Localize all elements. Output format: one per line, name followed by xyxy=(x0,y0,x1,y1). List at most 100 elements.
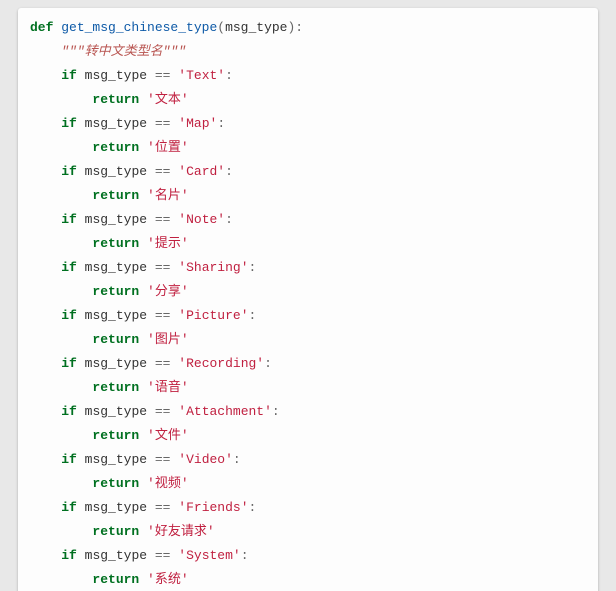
colon: : xyxy=(249,500,257,515)
code-line-return: return '文件' xyxy=(30,424,586,448)
space xyxy=(147,116,155,131)
space xyxy=(77,548,85,563)
space xyxy=(139,92,147,107)
indent xyxy=(30,356,61,371)
space xyxy=(147,212,155,227)
keyword-return: return xyxy=(92,92,139,107)
code-line-return: return '好友请求' xyxy=(30,520,586,544)
indent xyxy=(30,476,92,491)
space xyxy=(147,260,155,275)
string-literal: '好友请求' xyxy=(147,524,215,539)
space xyxy=(139,380,147,395)
keyword-if: if xyxy=(61,68,77,83)
keyword-return: return xyxy=(92,140,139,155)
space xyxy=(139,476,147,491)
space xyxy=(77,116,85,131)
code-line-if: if msg_type == 'Picture': xyxy=(30,304,586,328)
space xyxy=(77,500,85,515)
indent xyxy=(30,572,92,587)
string-literal: '提示' xyxy=(147,236,189,251)
indent xyxy=(30,332,92,347)
operator-eq: == xyxy=(155,500,171,515)
code-line-if: if msg_type == 'System': xyxy=(30,544,586,568)
code-line-def: def get_msg_chinese_type(msg_type): xyxy=(30,16,586,40)
code-line-return: return '分享' xyxy=(30,280,586,304)
space xyxy=(77,164,85,179)
code-line-return: return '名片' xyxy=(30,184,586,208)
indent xyxy=(30,308,61,323)
space xyxy=(139,332,147,347)
string-literal: '语音' xyxy=(147,380,189,395)
code-line-if: if msg_type == 'Attachment': xyxy=(30,400,586,424)
indent xyxy=(30,428,92,443)
keyword-if: if xyxy=(61,500,77,515)
operator-eq: == xyxy=(155,404,171,419)
space xyxy=(139,236,147,251)
indent xyxy=(30,68,61,83)
space xyxy=(139,428,147,443)
code-line-return: return '视频' xyxy=(30,472,586,496)
code-line-return: return '系统' xyxy=(30,568,586,591)
keyword-if: if xyxy=(61,116,77,131)
indent xyxy=(30,236,92,251)
space xyxy=(147,452,155,467)
indent xyxy=(30,44,61,59)
keyword-return: return xyxy=(92,428,139,443)
code-line-if: if msg_type == 'Friends': xyxy=(30,496,586,520)
space xyxy=(77,68,85,83)
string-literal: 'Video' xyxy=(178,452,233,467)
string-literal: 'Sharing' xyxy=(178,260,248,275)
space xyxy=(147,548,155,563)
code-line-if: if msg_type == 'Video': xyxy=(30,448,586,472)
identifier: msg_type xyxy=(85,116,147,131)
space xyxy=(147,500,155,515)
identifier: msg_type xyxy=(85,308,147,323)
indent xyxy=(30,188,92,203)
colon: : xyxy=(249,260,257,275)
code-line-return: return '图片' xyxy=(30,328,586,352)
space xyxy=(147,164,155,179)
keyword-return: return xyxy=(92,188,139,203)
identifier: msg_type xyxy=(85,548,147,563)
code-line-docstring: """转中文类型名""" xyxy=(30,40,586,64)
identifier: msg_type xyxy=(85,260,147,275)
space xyxy=(139,188,147,203)
string-literal: '文本' xyxy=(147,92,189,107)
operator-eq: == xyxy=(155,68,171,83)
operator-eq: == xyxy=(155,164,171,179)
keyword-return: return xyxy=(92,476,139,491)
code-line-if: if msg_type == 'Note': xyxy=(30,208,586,232)
identifier: msg_type xyxy=(85,452,147,467)
string-literal: 'Picture' xyxy=(178,308,248,323)
code-line-if: if msg_type == 'Map': xyxy=(30,112,586,136)
identifier: msg_type xyxy=(85,164,147,179)
string-literal: '名片' xyxy=(147,188,189,203)
string-literal: '文件' xyxy=(147,428,189,443)
indent xyxy=(30,164,61,179)
string-literal: '系统' xyxy=(147,572,189,587)
code-line-if: if msg_type == 'Recording': xyxy=(30,352,586,376)
code-line-return: return '语音' xyxy=(30,376,586,400)
keyword-return: return xyxy=(92,284,139,299)
keyword-if: if xyxy=(61,404,77,419)
colon: : xyxy=(225,68,233,83)
code-line-return: return '位置' xyxy=(30,136,586,160)
space xyxy=(147,68,155,83)
identifier: msg_type xyxy=(85,404,147,419)
colon: : xyxy=(225,212,233,227)
keyword-return: return xyxy=(92,332,139,347)
colon: : xyxy=(249,308,257,323)
space xyxy=(77,356,85,371)
code-line-return: return '提示' xyxy=(30,232,586,256)
code-line-if: if msg_type == 'Sharing': xyxy=(30,256,586,280)
indent xyxy=(30,548,61,563)
colon: : xyxy=(272,404,280,419)
keyword-if: if xyxy=(61,452,77,467)
param-name: msg_type xyxy=(225,20,287,35)
string-literal: 'Attachment' xyxy=(178,404,272,419)
indent xyxy=(30,140,92,155)
docstring: """转中文类型名""" xyxy=(61,44,186,59)
space xyxy=(147,356,155,371)
operator-eq: == xyxy=(155,452,171,467)
keyword-if: if xyxy=(61,356,77,371)
